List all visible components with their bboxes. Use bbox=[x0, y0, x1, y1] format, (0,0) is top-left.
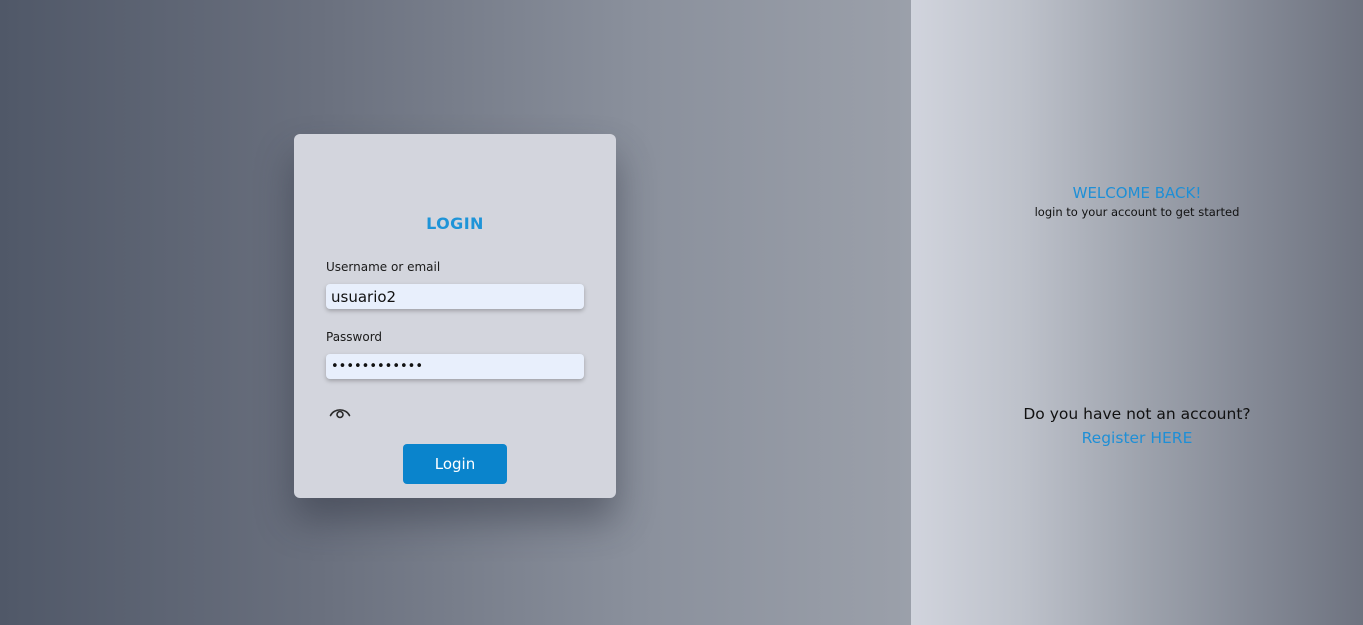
login-page: LOGIN Username or email Password Login W… bbox=[0, 0, 1363, 625]
eye-icon[interactable] bbox=[329, 404, 351, 419]
welcome-panel: WELCOME BACK! login to your account to g… bbox=[911, 0, 1363, 625]
welcome-subtitle: login to your account to get started bbox=[1034, 205, 1240, 219]
welcome-title: WELCOME BACK! bbox=[1072, 184, 1202, 202]
password-input[interactable] bbox=[326, 354, 584, 379]
no-account-text: Do you have not an account? bbox=[1023, 405, 1251, 423]
login-card: LOGIN Username or email Password Login bbox=[294, 134, 616, 498]
left-background-pane: LOGIN Username or email Password Login bbox=[0, 0, 911, 625]
login-title: LOGIN bbox=[426, 214, 484, 233]
username-label: Username or email bbox=[326, 260, 441, 274]
password-label: Password bbox=[326, 330, 383, 344]
username-input[interactable] bbox=[326, 284, 584, 309]
register-link[interactable]: Register HERE bbox=[911, 429, 1363, 447]
login-button[interactable]: Login bbox=[403, 444, 507, 484]
